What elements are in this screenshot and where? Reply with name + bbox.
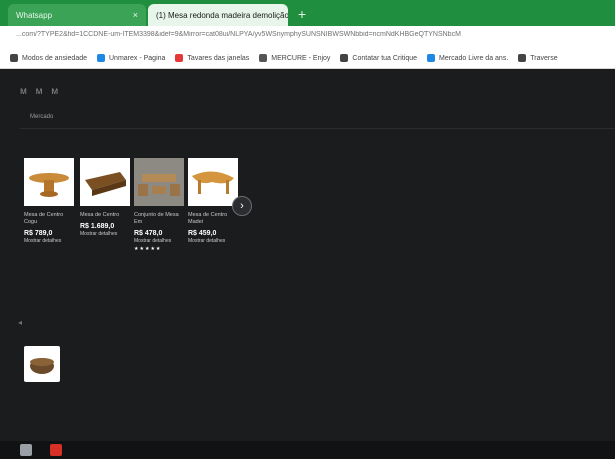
bookmark-icon (340, 54, 349, 62)
bookmark-label: Modos de ansiedade (22, 54, 87, 62)
bookmark-label: Traverse (530, 54, 558, 62)
bookmark-label: Tavares das janelas (187, 54, 250, 62)
product-installments: Mostrar detalhes (24, 238, 62, 244)
bookmark-label: Contatar tua Critique (352, 54, 418, 62)
product-thumbnail[interactable] (24, 346, 60, 382)
tab-label: (1) Mesa redonda madeira demolição (156, 10, 288, 20)
new-tab-button[interactable]: + (294, 6, 310, 22)
tab-whatsapp[interactable]: Whatsapp × (8, 4, 146, 26)
breadcrumb[interactable]: Mercado (30, 114, 53, 120)
bookmark-item[interactable]: MERCURE - Enjoy (259, 54, 330, 62)
url-text: ...com/?TYPE2&fid=1CCDNE-um-ITEM3398&ide… (16, 31, 461, 38)
bookmark-item[interactable]: Modos de ansiedade (10, 54, 87, 62)
product-card[interactable]: Mesa de Centro Madei R$ 459,0 Mostrar de… (188, 158, 238, 244)
bookmark-icon (175, 54, 184, 62)
start-icon[interactable] (20, 444, 32, 456)
product-price: R$ 1.689,0 (80, 223, 115, 230)
bookmark-icon (427, 54, 436, 62)
rating-stars: ★★★★★ (134, 246, 162, 252)
product-installments: Mostrar detalhes (134, 238, 172, 244)
product-image (188, 158, 238, 206)
bookmarks-bar: Modos de ansiedade Unmarex - Pagina Tavare… (0, 48, 615, 69)
bookmark-icon (259, 54, 268, 62)
address-bar[interactable]: ...com/?TYPE2&fid=1CCDNE-um-ITEM3398&ide… (0, 26, 615, 48)
bookmark-item[interactable]: Contatar tua Critique (340, 54, 417, 62)
product-price: R$ 789,0 (24, 230, 53, 237)
bookmark-label: MERCURE - Enjoy (271, 54, 331, 62)
product-card[interactable]: Conjunto de Mesa Em R$ 478,0 Mostrar det… (134, 158, 184, 252)
product-price: R$ 478,0 (134, 230, 163, 237)
bookmark-item[interactable]: Traverse (518, 54, 558, 62)
product-price: R$ 459,0 (188, 230, 217, 237)
product-card[interactable]: Mesa de Centro R$ 1.689,0 Mostrar detalh… (80, 158, 130, 237)
product-image (80, 158, 130, 206)
bookmark-label: Unmarex - Pagina (109, 54, 166, 62)
bookmark-item[interactable]: Tavares das janelas (175, 54, 249, 62)
page-content (0, 69, 615, 441)
browser-tab-bar: Whatsapp × (1) Mesa redonda madeira demo… (0, 0, 615, 26)
taskbar (0, 441, 615, 459)
product-title: Conjunto de Mesa Em (134, 212, 179, 225)
product-image (134, 158, 184, 206)
product-title: Mesa de Centro Madei (188, 212, 228, 225)
product-installments: Mostrar detalhes (188, 238, 226, 244)
bookmark-item[interactable]: Mercado Livre da ans. (427, 54, 508, 62)
product-card[interactable]: Mesa de Centro Cogu R$ 789,0 Mostrar det… (24, 158, 74, 244)
bookmark-label: Mercado Livre da ans. (439, 54, 509, 62)
product-title: Mesa de Centro (80, 212, 120, 218)
product-title: Mesa de Centro Cogu (24, 212, 64, 225)
bookmark-item[interactable]: Unmarex - Pagina (97, 54, 165, 62)
bookmark-icon (10, 54, 18, 62)
tab-label: Whatsapp (16, 10, 53, 20)
tab-product[interactable]: (1) Mesa redonda madeira demolição × (148, 4, 288, 26)
app-icon[interactable] (50, 444, 62, 456)
product-installments: Mostrar detalhes (80, 231, 118, 237)
product-image (24, 158, 74, 206)
bookmark-icon (518, 54, 527, 62)
carousel-next-icon[interactable]: › (232, 196, 252, 216)
divider (20, 128, 615, 129)
tab-close-icon[interactable]: × (133, 10, 138, 20)
bookmark-icon (97, 54, 105, 62)
collapse-arrow-icon[interactable]: ◂ (18, 318, 22, 327)
site-logo[interactable]: ᴍ ᴍ ᴍ (20, 86, 61, 97)
